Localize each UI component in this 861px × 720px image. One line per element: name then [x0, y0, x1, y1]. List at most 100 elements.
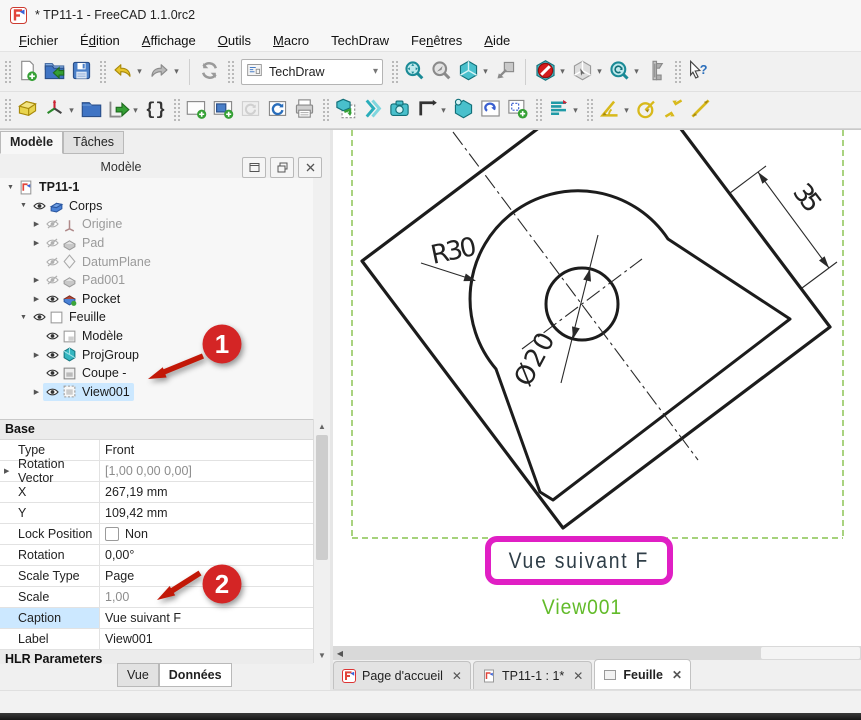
dock-panel-button[interactable]	[242, 157, 266, 178]
property-row-rotation-vector[interactable]: ▶Rotation Vector[1,00 0,00 0,00]	[0, 461, 313, 482]
fit-selection-button[interactable]	[492, 57, 519, 87]
chevron-down-icon[interactable]: ▾	[172, 66, 181, 77]
toolbar-grip[interactable]	[173, 98, 180, 122]
document-tab-tp11-1-1[interactable]: TP11-1 : 1*✕	[473, 661, 592, 689]
property-value[interactable]: Page	[105, 569, 134, 583]
section-line-button[interactable]: ▾	[413, 95, 450, 125]
measure-button[interactable]	[643, 57, 670, 87]
tree-item-pocket[interactable]: ▶Pocket	[0, 290, 313, 309]
chevron-down-icon[interactable]: ▾	[135, 66, 144, 77]
datum-axis-button[interactable]: ▾	[41, 95, 78, 125]
checkbox-unchecked[interactable]	[105, 527, 119, 541]
tab-vue[interactable]: Vue	[117, 663, 159, 687]
property-row-scale-type[interactable]: Scale TypePage	[0, 566, 313, 587]
detail-view-button[interactable]	[504, 95, 531, 125]
toolbar-grip[interactable]	[227, 60, 234, 84]
tree-item-pad[interactable]: ▶Pad	[0, 234, 313, 253]
toolbar-grip[interactable]	[586, 98, 593, 122]
close-icon[interactable]: ✕	[452, 669, 462, 683]
dim-angle-button[interactable]: ▾	[596, 95, 633, 125]
property-group-hlr[interactable]: HLR Parameters	[0, 650, 313, 664]
tree-item-projgroup[interactable]: ▶ProjGroup	[0, 345, 313, 364]
view-caption-highlight[interactable]: Vue suivant F	[485, 536, 673, 585]
expander-closed-icon[interactable]: ▶	[4, 467, 9, 475]
eye-hidden-icon[interactable]	[44, 236, 61, 250]
property-value[interactable]: 0,00°	[105, 548, 134, 562]
zoom-fit-all-button[interactable]	[401, 57, 428, 87]
zoom-selection-button[interactable]	[428, 57, 455, 87]
view-cube-button[interactable]: ▾	[569, 57, 606, 87]
property-row-y[interactable]: Y109,42 mm	[0, 503, 313, 524]
new-document-button[interactable]	[14, 57, 41, 87]
property-scrollbar[interactable]: ▲ ▼	[313, 419, 330, 663]
page-template-button[interactable]	[210, 95, 237, 125]
eye-visible-icon[interactable]	[44, 292, 61, 306]
expander-open-icon[interactable]: ▼	[17, 314, 30, 321]
dim-line-button[interactable]	[687, 95, 714, 125]
menu-macro[interactable]: Macro	[262, 31, 320, 50]
toolbar-grip[interactable]	[4, 60, 11, 84]
eye-visible-icon[interactable]	[31, 199, 48, 213]
radius-dim-label[interactable]: R30	[428, 232, 479, 271]
chevron-down-icon[interactable]: ▾	[439, 105, 448, 116]
dim-radius-button[interactable]	[633, 95, 660, 125]
view-insert-button[interactable]	[332, 95, 359, 125]
diameter-dim-label[interactable]: Ø20	[509, 328, 562, 392]
menu-outils[interactable]: Outils	[207, 31, 262, 50]
eye-visible-icon[interactable]	[44, 329, 61, 343]
property-value[interactable]: Vue suivant F	[105, 611, 181, 625]
chevron-down-icon[interactable]: ▾	[595, 66, 604, 77]
page-redraw-button[interactable]	[237, 95, 264, 125]
tab-taches[interactable]: Tâches	[63, 131, 124, 154]
property-value[interactable]: 1,00	[105, 590, 129, 604]
tree-item-modele[interactable]: Modèle	[0, 327, 313, 346]
eye-hidden-icon[interactable]	[44, 273, 61, 287]
refresh-button[interactable]	[196, 57, 223, 87]
close-icon[interactable]: ✕	[573, 669, 583, 683]
sync-view-button[interactable]: ▾	[606, 57, 643, 87]
float-panel-button[interactable]	[270, 157, 294, 178]
menu-techdraw[interactable]: TechDraw	[320, 31, 400, 50]
expressions-button[interactable]: {}	[142, 95, 169, 125]
page-new-button[interactable]	[183, 95, 210, 125]
tree-item-origine[interactable]: ▶Origine	[0, 215, 313, 234]
property-group-base[interactable]: Base	[0, 420, 313, 440]
property-row-x[interactable]: X267,19 mm	[0, 482, 313, 503]
expander-closed-icon[interactable]: ▶	[30, 351, 43, 359]
property-row-rotation[interactable]: Rotation0,00°	[0, 545, 313, 566]
stack-hatch-button[interactable]: ▾	[545, 95, 582, 125]
expander-closed-icon[interactable]: ▶	[30, 388, 43, 396]
length-dim-label[interactable]: 35	[786, 178, 827, 218]
property-value[interactable]: 109,42 mm	[105, 506, 168, 520]
property-row-caption[interactable]: CaptionVue suivant F	[0, 608, 313, 629]
property-value[interactable]: 267,19 mm	[105, 485, 168, 499]
chevron-down-icon[interactable]: ▾	[481, 66, 490, 77]
horizontal-scrollbar[interactable]: ◀	[333, 646, 861, 660]
part-button[interactable]	[14, 95, 41, 125]
tree-item-coupe[interactable]: Coupe -	[0, 364, 313, 383]
expander-closed-icon[interactable]: ▶	[30, 276, 43, 284]
tree-item-pad001[interactable]: ▶Pad001	[0, 271, 313, 290]
export-button[interactable]: ▾	[105, 95, 142, 125]
tab-modele[interactable]: Modèle	[0, 131, 63, 154]
toolbar-grip[interactable]	[391, 60, 398, 84]
toolbar-grip[interactable]	[535, 98, 542, 122]
group-folder-button[interactable]	[78, 95, 105, 125]
expander-open-icon[interactable]: ▼	[17, 202, 30, 209]
axonometric-view-button[interactable]: ▾	[455, 57, 492, 87]
draw-style-button[interactable]: ▾	[532, 57, 569, 87]
tab-donnees[interactable]: Données	[159, 663, 232, 687]
scroll-up-icon[interactable]: ▲	[314, 419, 330, 434]
tree-item-view001[interactable]: ▶View001	[0, 383, 313, 402]
chevron-down-icon[interactable]: ▾	[558, 66, 567, 77]
expander-open-icon[interactable]: ▼	[4, 184, 17, 191]
workbench-selector[interactable]: TechDraw▾	[241, 59, 383, 85]
view-name-label[interactable]: View001	[504, 596, 660, 620]
open-document-button[interactable]	[41, 57, 68, 87]
expander-closed-icon[interactable]: ▶	[30, 220, 43, 228]
menu-aide[interactable]: Aide	[473, 31, 521, 50]
close-panel-button[interactable]	[298, 157, 322, 178]
clip-group-button[interactable]	[477, 95, 504, 125]
close-icon[interactable]: ✕	[672, 668, 682, 682]
tree-item-tp11-1[interactable]: ▼TP11-1	[0, 178, 313, 197]
